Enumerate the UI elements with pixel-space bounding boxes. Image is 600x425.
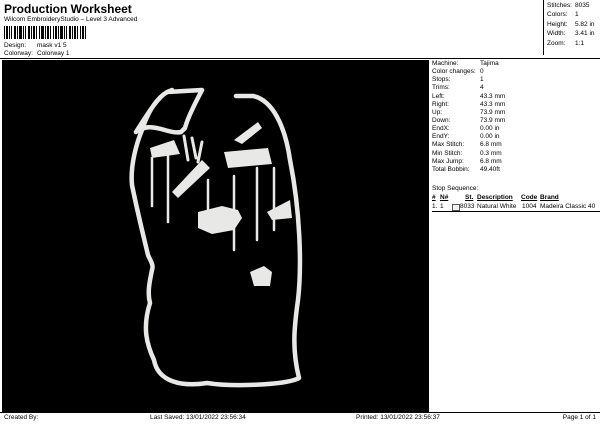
col-hash: # (432, 194, 436, 201)
colorway-value: Colorway 1 (37, 50, 70, 57)
stat-label: Stitches: (547, 2, 572, 9)
barcode (4, 26, 86, 39)
stat-value: 1 (575, 11, 579, 19)
table-header-row: # N# St. Description Code Brand (432, 194, 600, 203)
stop-table-rule (432, 211, 600, 212)
col-description: Description (477, 194, 513, 201)
cell-description: Natural White (477, 203, 517, 210)
prop-label: Down: (432, 116, 451, 124)
prop-label: Up: (432, 108, 443, 116)
cell-hash: 1. (432, 203, 438, 210)
prop-value: 73.9 mm (480, 108, 506, 116)
cell-st: 8033 (460, 203, 475, 210)
page-title: Production Worksheet (4, 2, 132, 16)
embroidery-design-preview (2, 60, 429, 412)
design-label: Design: (4, 42, 27, 49)
prop-value: 6.8 mm (480, 157, 502, 165)
cell-code: 1004 (522, 203, 537, 210)
cell-brand: Madeira Classic 40 (540, 203, 596, 210)
prop-value: 49.40ft (480, 165, 500, 173)
stat-label: Colors: (547, 11, 568, 19)
stat-label: Height: (547, 20, 568, 28)
prop-label: EndY: (432, 133, 450, 141)
thread-color-swatch (452, 204, 460, 211)
prop-value: 73.9 mm (480, 116, 506, 124)
prop-label: Trims: (432, 84, 450, 92)
stat-label: Zoom: (547, 39, 566, 47)
col-n: N# (440, 194, 449, 201)
prop-value: Tajima (480, 60, 499, 67)
prop-label: Total Bobbin: (432, 165, 470, 173)
footer-printed: Printed: 13/01/2022 23:56:37 (356, 414, 440, 421)
col-st: St. (465, 194, 474, 201)
prop-value: 43.3 mm (480, 92, 506, 100)
stat-value: 1:1 (575, 39, 585, 47)
header-divider (543, 0, 544, 55)
header-bottom-rule (0, 58, 600, 59)
col-code: Code (521, 194, 538, 201)
prop-label: EndX: (432, 125, 450, 133)
footer-page: Page 1 of 1 (562, 414, 596, 421)
stat-value: 5.82 in (575, 20, 595, 28)
stat-value: 8035 (575, 2, 590, 9)
prop-value: 0.00 in (480, 125, 500, 133)
col-brand: Brand (540, 194, 559, 201)
footer-last-saved: Last Saved: 13/01/2022 23:56:34 (150, 414, 246, 421)
prop-value: 4 (480, 84, 484, 92)
design-background (2, 60, 429, 412)
prop-label: Right: (432, 100, 449, 108)
prop-label: Left: (432, 92, 445, 100)
stat-value: 3.41 in (575, 30, 595, 38)
footer-created-by: Created By: (4, 414, 39, 421)
stat-label: Width: (547, 30, 566, 38)
prop-value: 43.3 mm (480, 100, 506, 108)
prop-label: Max Stitch: (432, 141, 465, 149)
prop-value: 0 (480, 68, 484, 76)
design-value: mask v1 5 (37, 42, 67, 49)
prop-value: 6.8 mm (480, 141, 502, 149)
software-subtitle: Wilcom EmbroideryStudio – Level 3 Advanc… (4, 16, 138, 23)
colorway-label: Colorway: (4, 50, 33, 57)
prop-label: Stops: (432, 76, 451, 84)
prop-label: Machine: (432, 60, 459, 67)
page-footer: Created By: Last Saved: 13/01/2022 23:56… (0, 412, 600, 425)
prop-value: 1 (480, 76, 484, 84)
cell-n: 1 (440, 203, 444, 210)
prop-label: Min Stitch: (432, 149, 463, 157)
prop-value: 0.3 mm (480, 149, 502, 157)
prop-value: 0.00 in (480, 133, 500, 141)
stop-sequence-label: Stop Sequence: (432, 185, 479, 192)
stop-sequence-table: # N# St. Description Code Brand 1. 1 803… (432, 194, 600, 212)
prop-label: Color changes: (432, 68, 476, 76)
prop-label: Max Jump: (432, 157, 464, 165)
